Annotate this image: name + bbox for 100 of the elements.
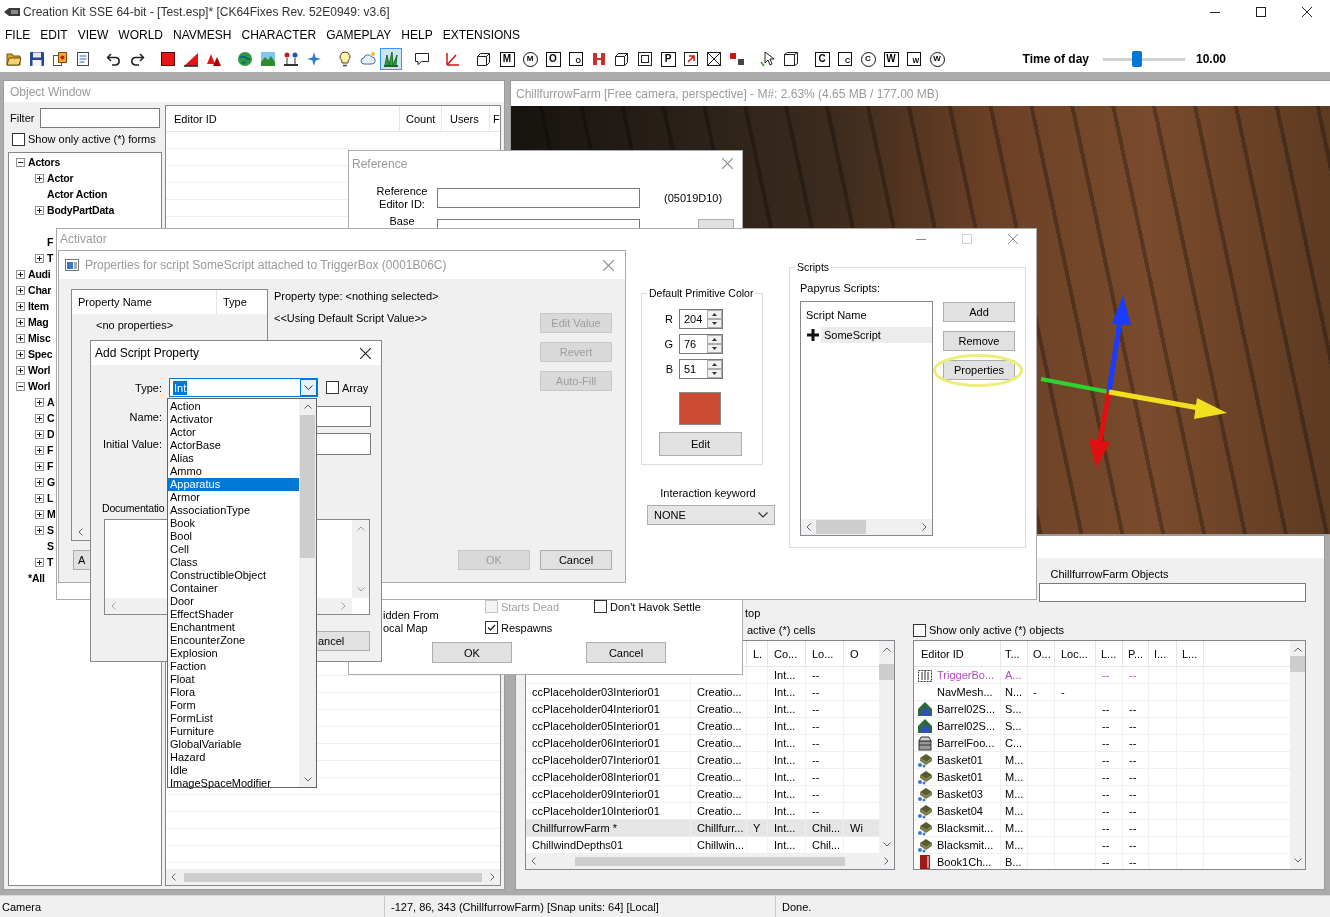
scroll-left-icon[interactable]	[78, 527, 83, 536]
list-item[interactable]: ImageSpaceModifier	[168, 777, 299, 790]
tree-item[interactable]: M	[47, 508, 56, 520]
list-item[interactable]: Flora	[168, 686, 299, 699]
menu-item[interactable]: HELP	[396, 27, 438, 43]
tree-item[interactable]: F	[47, 236, 54, 248]
dialog-button[interactable]: Cancel	[586, 642, 666, 663]
expand-icon[interactable]	[16, 301, 25, 311]
collapse-icon[interactable]	[16, 381, 25, 391]
column-header[interactable]: L.	[753, 647, 763, 660]
menu-item[interactable]: EDIT	[35, 27, 73, 43]
list-item[interactable]: GlobalVariable	[168, 738, 299, 751]
scroll-up-icon[interactable]	[1293, 647, 1302, 652]
column-header[interactable]: L...	[1182, 647, 1198, 660]
checkbox[interactable]	[913, 623, 926, 637]
column-header[interactable]: Co...	[774, 647, 798, 660]
tree-item[interactable]: Actor	[47, 172, 74, 184]
tree-item[interactable]: BodyPartData	[47, 204, 115, 216]
menu-item[interactable]: FILE	[0, 27, 36, 43]
column-header[interactable]: Type	[223, 296, 247, 308]
list-item[interactable]: Faction	[168, 660, 299, 673]
menu-item[interactable]: CHARACTER	[236, 27, 322, 43]
table-cell[interactable]: BarrelFoo...	[937, 737, 995, 749]
table-cell[interactable]: TriggerBo...	[937, 669, 995, 681]
list-item[interactable]: Float	[168, 673, 299, 686]
script-button[interactable]: Add	[943, 302, 1015, 322]
column-header[interactable]: O	[850, 647, 859, 660]
scroll-left-icon[interactable]	[806, 523, 811, 531]
list-item[interactable]: EffectShader	[168, 608, 299, 621]
expand-icon[interactable]	[35, 557, 44, 567]
menu-item[interactable]: WORLD	[113, 27, 169, 43]
type-dropdown[interactable]: Int	[169, 378, 318, 397]
dialog-button[interactable]: Cancel	[540, 550, 612, 570]
column-header[interactable]: Count	[406, 112, 436, 125]
list-item[interactable]: Door	[168, 595, 299, 608]
table-cell[interactable]: Basket03	[937, 788, 983, 800]
scrollbar-thumb[interactable]	[879, 664, 894, 680]
list-item[interactable]: AssociationType	[168, 504, 299, 517]
checkbox[interactable]	[485, 621, 498, 634]
column-header[interactable]: F	[493, 112, 500, 125]
checkbox[interactable]	[594, 600, 607, 613]
tree-item[interactable]: F	[47, 460, 54, 472]
tree-item[interactable]: F	[47, 444, 54, 456]
tree-item[interactable]: Actor Action	[47, 188, 108, 200]
tree-item[interactable]: L	[47, 492, 54, 504]
column-header[interactable]: Users	[450, 112, 479, 125]
expand-icon[interactable]	[16, 317, 25, 327]
expand-icon[interactable]	[35, 173, 44, 183]
slider-thumb[interactable]	[1132, 51, 1143, 67]
script-button[interactable]: Remove	[943, 331, 1015, 351]
menu-item[interactable]: VIEW	[72, 27, 114, 43]
column-header[interactable]: O...	[1033, 647, 1051, 660]
vertical-scrollbar[interactable]	[299, 399, 316, 787]
number-field[interactable]: 76	[679, 334, 723, 354]
table-cell[interactable]: Book1Ch...	[937, 856, 992, 868]
column-header[interactable]: Editor ID	[174, 112, 217, 125]
base-field[interactable]	[437, 219, 640, 228]
menu-item[interactable]: GAMEPLAY	[321, 27, 397, 43]
list-item[interactable]: Form	[168, 699, 299, 712]
column-header[interactable]: Loc...	[1061, 647, 1088, 660]
list-item[interactable]: Book	[168, 517, 299, 530]
list-item[interactable]: ActorBase	[168, 439, 299, 452]
expand-icon[interactable]	[16, 285, 25, 295]
column-header[interactable]: Lo...	[812, 647, 834, 660]
list-item[interactable]: Furniture	[168, 725, 299, 738]
horizontal-scrollbar[interactable]	[801, 519, 932, 535]
scroll-right-icon[interactable]	[922, 523, 927, 531]
tree-item[interactable]: T	[47, 252, 54, 264]
list-item[interactable]: Activator	[168, 413, 299, 426]
scrollbar-thumb[interactable]	[575, 856, 845, 866]
scroll-left-icon[interactable]	[531, 857, 536, 865]
list-item[interactable]: Ammo	[168, 465, 299, 478]
selected-row[interactable]: ChillfurrowFarm * Chillfurr... Y Int... Chil... Wi	[526, 820, 879, 837]
tree-item[interactable]: D	[47, 428, 55, 440]
scrollbar-thumb[interactable]	[1290, 656, 1305, 672]
table-cell[interactable]: Basket01	[937, 771, 983, 783]
expand-icon[interactable]	[35, 397, 44, 407]
vertical-scrollbar[interactable]	[1290, 641, 1305, 869]
expand-icon[interactable]	[35, 429, 44, 439]
tree-item[interactable]: Item	[28, 300, 49, 312]
column-header[interactable]: Property Name	[78, 296, 152, 308]
expand-icon[interactable]	[35, 413, 44, 423]
number-field[interactable]: 204	[679, 309, 723, 329]
expand-icon[interactable]	[35, 253, 44, 263]
list-item[interactable]: Armor	[168, 491, 299, 504]
list-item[interactable]: Hazard	[168, 751, 299, 764]
scrollbar-thumb[interactable]	[300, 415, 315, 558]
expand-icon[interactable]	[35, 493, 44, 503]
tree-item[interactable]: Mag	[28, 316, 49, 328]
table-cell[interactable]: Blacksmit...	[937, 839, 994, 851]
menu-item[interactable]: EXTENSIONS	[437, 27, 525, 43]
scroll-up-icon[interactable]	[882, 647, 891, 652]
list-item[interactable]: Bool	[168, 530, 299, 543]
list-item[interactable]: Apparatus	[168, 478, 299, 491]
tree-item[interactable]: G	[47, 476, 55, 488]
checkbox[interactable]	[326, 381, 339, 394]
tree-item[interactable]: Char	[28, 284, 52, 296]
horizontal-scrollbar[interactable]	[166, 869, 500, 885]
expand-icon[interactable]	[16, 333, 25, 343]
list-item[interactable]: Enchantment	[168, 621, 299, 634]
